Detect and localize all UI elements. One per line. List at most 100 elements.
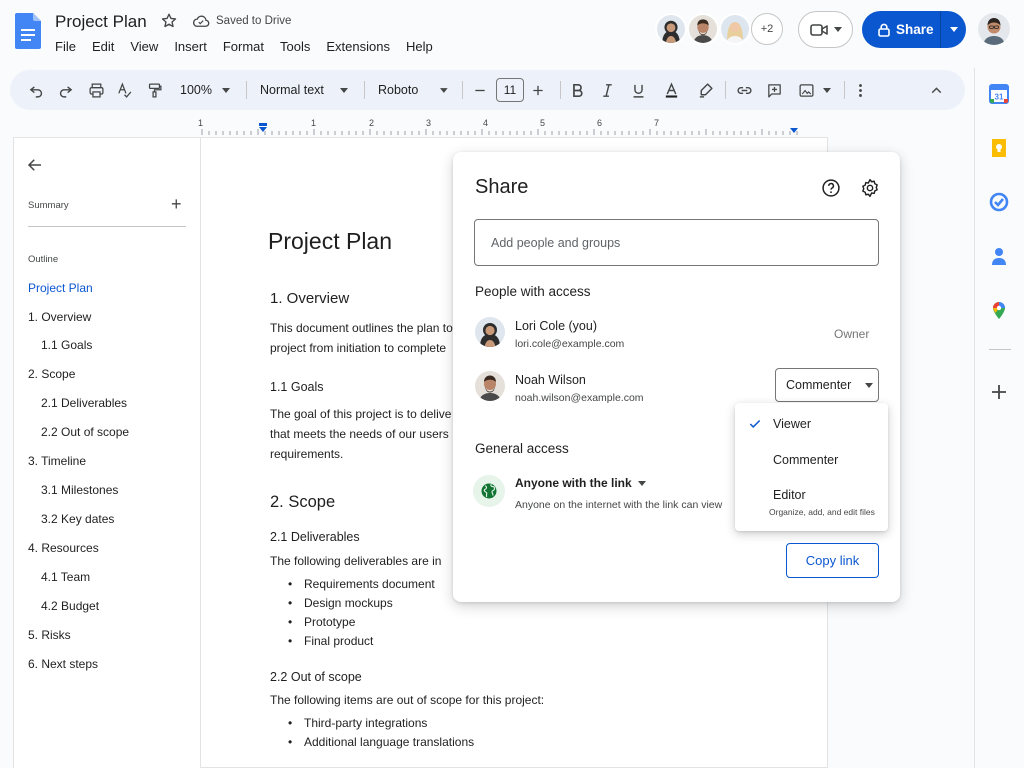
outline-item-out-of-scope[interactable]: 2.2 Out of scope	[41, 425, 129, 439]
outline-item-team[interactable]: 4.1 Team	[41, 570, 90, 584]
summary-label: Summary	[28, 200, 69, 211]
paragraph-style-select[interactable]: Normal text	[260, 70, 350, 110]
outline-item-overview[interactable]: 1. Overview	[28, 310, 91, 324]
ruler-number: 4	[483, 118, 489, 128]
print-button[interactable]	[86, 70, 106, 110]
menu-help[interactable]: Help	[406, 39, 433, 54]
maps-icon[interactable]	[989, 300, 1009, 320]
toolbar-divider	[462, 81, 463, 99]
chevron-down-icon	[949, 27, 958, 32]
collaborator-avatar[interactable]	[719, 13, 751, 45]
list-item-text: Requirements document	[304, 577, 435, 591]
svg-text:31: 31	[995, 93, 1004, 102]
list-item: Third-party integrations	[288, 716, 427, 730]
collaborator-avatar[interactable]	[655, 13, 687, 45]
print-icon	[88, 82, 104, 98]
undo-button[interactable]	[26, 70, 46, 110]
outline-item-timeline[interactable]: 3. Timeline	[28, 454, 86, 468]
menu-file[interactable]: File	[55, 39, 76, 54]
share-button-main[interactable]: Share	[862, 11, 940, 48]
general-access-dropdown[interactable]: Anyone with the link	[515, 476, 646, 490]
contacts-icon[interactable]	[989, 246, 1009, 266]
outline-item-budget[interactable]: 4.2 Budget	[41, 599, 99, 613]
add-summary-button[interactable]: +	[171, 195, 182, 213]
plus-icon	[533, 85, 543, 95]
decrease-font-size-button[interactable]	[472, 70, 488, 110]
cloud-done-icon[interactable]	[192, 14, 210, 28]
role-option-commenter[interactable]: Commenter	[773, 453, 838, 467]
star-icon[interactable]	[160, 12, 178, 30]
outline-label: Outline	[28, 254, 59, 265]
outline-item-milestones[interactable]: 3.1 Milestones	[41, 483, 118, 497]
font-size-input[interactable]: 11	[496, 78, 524, 102]
italic-button[interactable]	[598, 70, 616, 110]
back-arrow-icon[interactable]	[26, 156, 44, 174]
insert-image-button[interactable]	[794, 70, 834, 110]
paragraph-text: This document outlines the plan to	[270, 321, 453, 335]
outline-item-scope[interactable]: 2. Scope	[28, 367, 75, 381]
meet-button[interactable]	[798, 11, 853, 48]
help-icon[interactable]	[821, 178, 841, 198]
heading-goals: 1.1 Goals	[270, 380, 324, 394]
keep-icon[interactable]	[989, 138, 1009, 158]
role-option-viewer[interactable]: Viewer	[773, 417, 811, 431]
add-addon-icon[interactable]	[989, 382, 1009, 402]
font-family-select[interactable]: Roboto	[378, 70, 448, 110]
paragraph-text: requirements.	[270, 447, 344, 461]
general-access-description: Anyone on the internet with the link can…	[515, 499, 723, 511]
share-options-dropdown[interactable]	[941, 27, 966, 32]
more-collaborators-badge[interactable]: +2	[751, 13, 783, 45]
account-avatar[interactable]	[978, 13, 1010, 45]
hide-menus-button[interactable]	[926, 70, 946, 110]
outline-item-next-steps[interactable]: 6. Next steps	[28, 657, 98, 671]
bold-button[interactable]	[568, 70, 586, 110]
docs-logo-icon[interactable]	[15, 13, 41, 49]
add-comment-button[interactable]	[764, 70, 784, 110]
text-color-button[interactable]	[661, 70, 681, 110]
role-select-dropdown[interactable]: Commenter	[775, 368, 879, 402]
increase-font-size-button[interactable]	[530, 70, 546, 110]
menu-tools[interactable]: Tools	[280, 39, 310, 54]
outline-item-risks[interactable]: 5. Risks	[28, 628, 71, 642]
paint-format-button[interactable]	[144, 70, 164, 110]
globe-icon	[481, 483, 497, 499]
toolbar-divider	[844, 81, 845, 99]
ruler-number: 3	[426, 118, 432, 128]
outline-item-goals[interactable]: 1.1 Goals	[41, 338, 92, 352]
menu-edit[interactable]: Edit	[92, 39, 114, 54]
font-family-value: Roboto	[378, 83, 419, 97]
outline-item-project-plan[interactable]: Project Plan	[28, 281, 93, 295]
menu-extensions[interactable]: Extensions	[326, 39, 390, 54]
collaborator-avatar[interactable]	[687, 13, 719, 45]
share-button[interactable]: Share	[862, 11, 966, 48]
zoom-select[interactable]: 100%	[178, 70, 232, 110]
spellcheck-button[interactable]	[114, 70, 134, 110]
tasks-icon[interactable]	[989, 192, 1009, 212]
highlight-color-button[interactable]	[695, 70, 715, 110]
menu-view[interactable]: View	[130, 39, 158, 54]
list-item: Final product	[288, 634, 373, 648]
add-people-input[interactable]: Add people and groups	[474, 219, 879, 266]
spellcheck-icon	[117, 81, 131, 98]
list-item-text: Design mockups	[304, 596, 393, 610]
gear-icon[interactable]	[860, 178, 880, 198]
calendar-icon[interactable]: 31	[989, 84, 1009, 104]
copy-link-button[interactable]: Copy link	[786, 543, 879, 578]
menu-insert[interactable]: Insert	[174, 39, 207, 54]
outline-item-resources[interactable]: 4. Resources	[28, 541, 99, 555]
horizontal-ruler[interactable]: 1 1 2 3 4 5 6 7	[198, 118, 828, 136]
menu-format[interactable]: Format	[223, 39, 264, 54]
redo-button[interactable]	[55, 70, 75, 110]
outline-item-deliverables[interactable]: 2.1 Deliverables	[41, 396, 127, 410]
link-icon	[736, 86, 752, 94]
role-dropdown-menu: Viewer Commenter Editor Organize, add, a…	[735, 403, 888, 531]
insert-link-button[interactable]	[734, 70, 754, 110]
underline-button[interactable]	[629, 70, 647, 110]
more-options-button[interactable]	[850, 70, 870, 110]
role-option-editor[interactable]: Editor	[773, 488, 806, 502]
document-title[interactable]: Project Plan	[55, 12, 147, 32]
toolbar-divider	[364, 81, 365, 99]
underline-icon	[633, 84, 643, 98]
person-name: Noah Wilson	[515, 373, 586, 387]
outline-item-key-dates[interactable]: 3.2 Key dates	[41, 512, 114, 526]
